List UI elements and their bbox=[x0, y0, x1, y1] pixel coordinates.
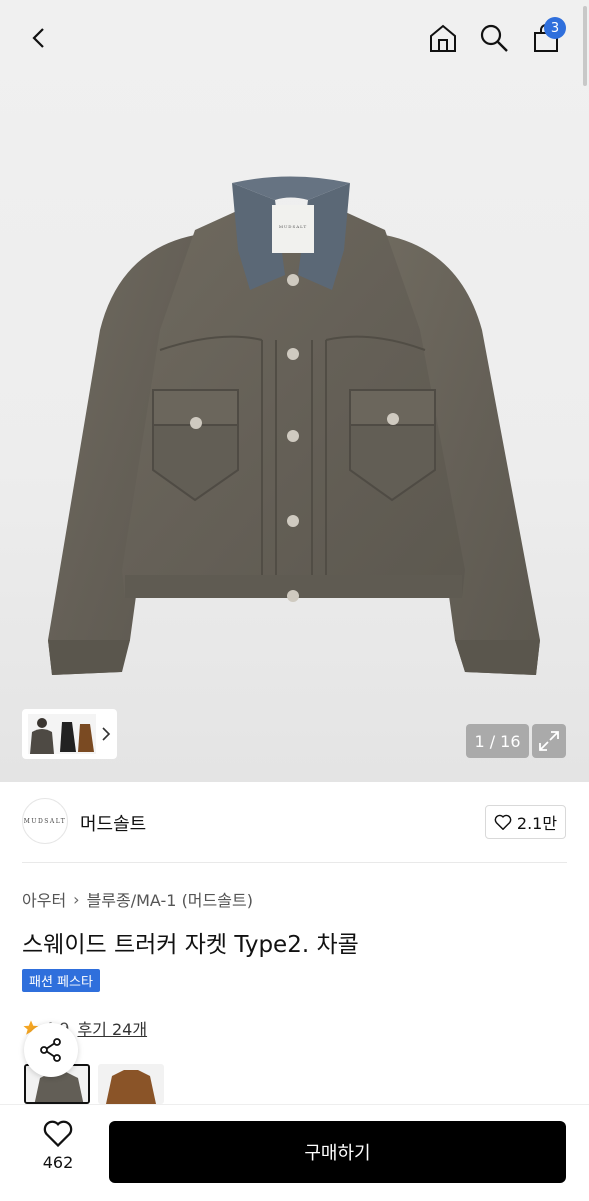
chevron-right-icon bbox=[102, 727, 111, 741]
scrollbar[interactable] bbox=[583, 6, 587, 86]
chevron-left-icon bbox=[32, 28, 44, 48]
cart-count-badge: 3 bbox=[544, 17, 566, 39]
brown-jacket-thumbnail bbox=[98, 1064, 164, 1104]
chevron-right-icon: › bbox=[73, 889, 80, 909]
breadcrumb-item-blouson[interactable]: 블루종/MA-1 (머드솔트) bbox=[87, 887, 253, 911]
divider bbox=[22, 862, 567, 863]
wishlist-count: 462 bbox=[42, 1153, 74, 1172]
buy-button[interactable]: 구매하기 bbox=[109, 1121, 566, 1183]
image-counter: 1 / 16 bbox=[466, 724, 529, 758]
brand-like-button[interactable]: 2.1만 bbox=[485, 805, 566, 839]
brand-name[interactable]: 머드솔트 bbox=[80, 810, 146, 836]
expand-icon bbox=[539, 731, 559, 751]
search-button[interactable] bbox=[474, 18, 514, 58]
home-button[interactable] bbox=[423, 18, 463, 58]
wishlist-button[interactable]: 462 bbox=[28, 1119, 88, 1183]
bottom-action-bar: 462 구매하기 bbox=[0, 1104, 589, 1201]
brand-row: MUDSALT 머드솔트 2.1만 bbox=[0, 782, 589, 862]
heart-icon bbox=[494, 814, 512, 830]
heart-icon bbox=[43, 1120, 73, 1148]
brand-logo[interactable]: MUDSALT bbox=[22, 798, 68, 844]
model-thumbnails[interactable] bbox=[22, 709, 117, 759]
color-option-brown[interactable] bbox=[98, 1064, 164, 1104]
back-button[interactable] bbox=[20, 18, 60, 58]
breadcrumb-item-outer[interactable]: 아우터 bbox=[22, 887, 66, 911]
share-icon bbox=[40, 1038, 61, 1062]
promo-tag: 패션 페스타 bbox=[22, 969, 100, 992]
breadcrumb: 아우터 › 블루종/MA-1 (머드솔트) bbox=[22, 887, 253, 911]
review-link[interactable]: 후기 24개 bbox=[77, 1016, 147, 1040]
product-image-gallery[interactable]: MUDSALT 3 1 / 16 bbox=[0, 0, 589, 782]
product-image-jacket: MUDSALT bbox=[48, 176, 540, 675]
model-thumbnail-image bbox=[28, 714, 96, 754]
product-title: 스웨이드 트러커 자켓 Type2. 차콜 bbox=[22, 932, 359, 958]
brand-like-count: 2.1만 bbox=[516, 814, 558, 833]
expand-button[interactable] bbox=[532, 724, 566, 758]
share-button[interactable] bbox=[24, 1023, 78, 1077]
search-icon bbox=[480, 24, 508, 52]
home-icon bbox=[430, 24, 456, 52]
svg-text:MUDSALT: MUDSALT bbox=[279, 224, 307, 229]
